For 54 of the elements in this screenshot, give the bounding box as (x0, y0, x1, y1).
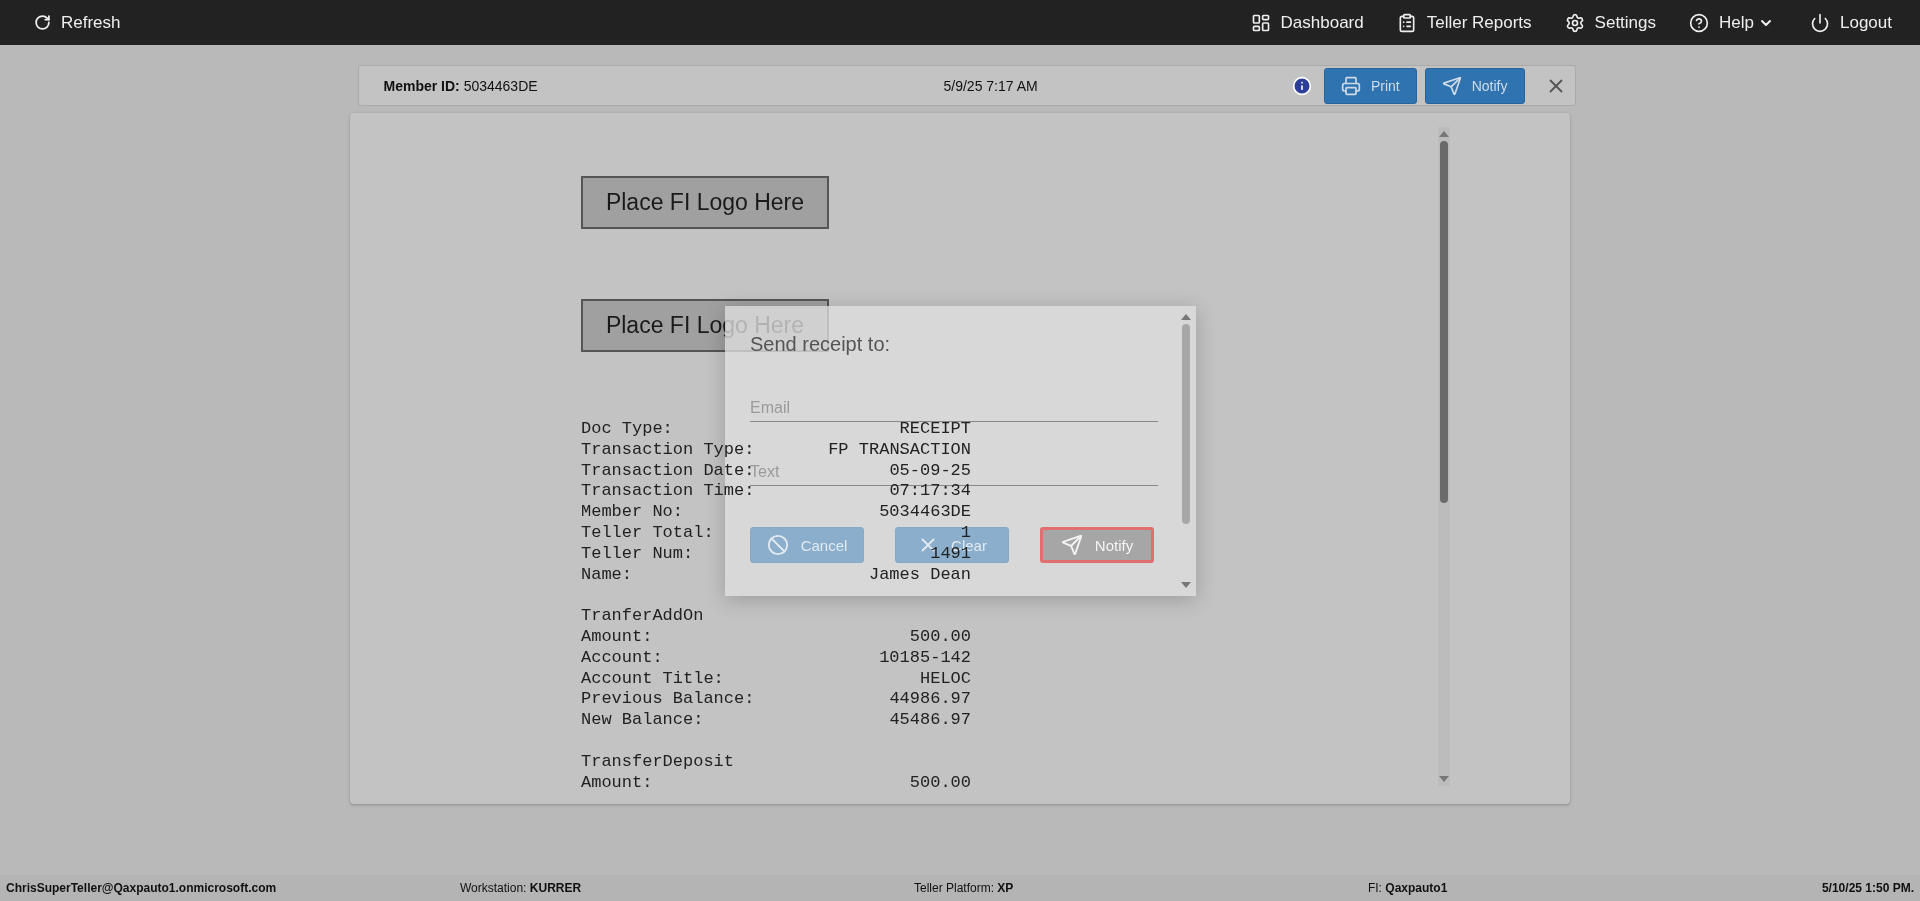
status-item: FI: Qaxpauto1 (1367, 881, 1449, 895)
scrollbar[interactable] (1438, 127, 1450, 786)
receipt-label: Amount: (581, 626, 653, 648)
receipt-label: Member No: (581, 502, 684, 523)
refresh-button[interactable]: Refresh (34, 12, 121, 33)
dialog-title: Send receipt to: (750, 333, 891, 356)
receipt-value: 44986.97 (889, 689, 971, 711)
receipt-value: 500.00 (909, 626, 971, 648)
status-item: 5/10/25 1:50 PM. (1821, 881, 1914, 895)
refresh-icon (34, 14, 51, 31)
help-icon (1689, 12, 1710, 33)
nav-link[interactable]: Dashboard (1250, 12, 1364, 33)
receipt-label: Name: (581, 564, 632, 586)
receipt-label: New Balance: (581, 710, 704, 731)
receipt-section-title: TransferDeposit (581, 751, 735, 773)
receipt-value: HELOC (920, 668, 971, 690)
nav-link[interactable]: Settings (1564, 12, 1657, 33)
status-item: Teller Platform: XP (913, 881, 1015, 895)
dashboard-icon (1250, 12, 1271, 33)
input-field[interactable]: Email (750, 394, 1158, 422)
receipt-value: 45486.97 (889, 710, 971, 731)
receipt-value: FP TRANSACTION (828, 439, 971, 461)
member-id: Member ID: 5034463DE (383, 77, 539, 94)
send-icon (1441, 75, 1462, 96)
receipt-label: Account: (581, 647, 663, 669)
send-icon (1060, 534, 1083, 556)
nav-link[interactable]: Teller Reports (1396, 12, 1532, 33)
nav-link[interactable]: Help (1689, 12, 1774, 33)
receipt-value: 05-09-25 (889, 460, 971, 482)
receipt-label: Transaction Type: (581, 439, 755, 461)
receipt-label: Teller Total: (581, 523, 714, 544)
status-item: Workstation: KURRER (460, 881, 583, 895)
status-item: ChrisSuperTeller@Qaxpauto1.onmicrosoft.com (6, 881, 278, 895)
receipt-label: Previous Balance: (581, 689, 755, 711)
print-button[interactable]: Print (1323, 67, 1417, 104)
receipt-value: James Dean (868, 564, 971, 586)
info-icon[interactable] (1291, 75, 1312, 96)
nav-link[interactable]: Logout (1810, 12, 1892, 33)
receipt-section-title: TranferAddOn (581, 606, 704, 627)
logo-placeholder-text: Place FI Logo Here (605, 189, 805, 216)
receipt-label: Account Title: (581, 668, 724, 690)
power-icon (1810, 12, 1830, 33)
receipt-datetime: 5/9/25 7:17 AM (943, 77, 1039, 94)
receipt-value: RECEIPT (899, 419, 971, 440)
receipt-label: Doc Type: (581, 419, 673, 440)
receipt-value: 500.00 (909, 772, 971, 794)
receipt-value: 10185-142 (879, 647, 971, 669)
settings-icon (1564, 12, 1585, 33)
printer-icon (1340, 75, 1361, 96)
receipt-label: Amount: (581, 772, 653, 794)
receipt-label: Teller Num: (581, 543, 694, 565)
prohibited-icon (766, 534, 789, 556)
receipt-value: 5034463DE (879, 502, 971, 523)
notify-button[interactable]: Notify (1424, 67, 1525, 104)
